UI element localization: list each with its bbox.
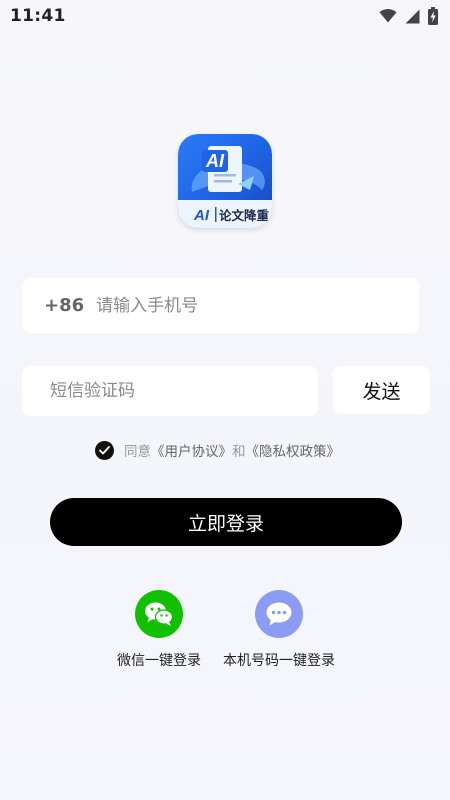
phone-field[interactable]: +86 — [22, 278, 419, 333]
checkmark-icon — [99, 445, 110, 454]
sms-code-input[interactable] — [50, 381, 300, 401]
logo-badge-text: AI — [205, 151, 225, 171]
cellular-signal-icon — [405, 9, 420, 24]
status-icons — [379, 7, 438, 25]
agreement-prefix: 同意 — [124, 444, 151, 460]
country-code[interactable]: +86 — [44, 295, 84, 316]
sms-code-field[interactable] — [22, 366, 318, 416]
login-button[interactable]: 立即登录 — [50, 498, 402, 546]
phone-input[interactable] — [96, 295, 347, 316]
app-logo: AI AI 论文降重 — [178, 134, 272, 228]
battery-charging-icon — [428, 7, 438, 25]
wechat-login-button[interactable]: 微信一键登录 — [115, 590, 203, 670]
user-agreement-link[interactable]: 《用户协议》 — [151, 440, 232, 460]
status-bar: 11:41 — [0, 0, 450, 32]
logo-app-name: 论文降重 — [219, 208, 270, 223]
chat-bubble-icon[interactable] — [255, 590, 303, 638]
status-time: 11:41 — [10, 6, 66, 26]
agreement-connector: 和 — [232, 444, 246, 460]
agreement-checkbox[interactable] — [95, 440, 114, 460]
send-code-button[interactable]: 发送 — [333, 366, 430, 414]
phone-number-login-button[interactable]: 本机号码一键登录 — [219, 590, 339, 670]
agreement-row: 同意 《用户协议》 和 《隐私权政策》 — [95, 439, 340, 461]
logo-ai-text: AI — [193, 207, 210, 224]
wifi-icon — [379, 9, 397, 23]
wechat-icon[interactable] — [135, 590, 183, 638]
phone-number-login-label: 本机号码一键登录 — [223, 653, 335, 669]
privacy-policy-link[interactable]: 《隐私权政策》 — [246, 440, 341, 460]
wechat-login-label: 微信一键登录 — [117, 653, 201, 669]
